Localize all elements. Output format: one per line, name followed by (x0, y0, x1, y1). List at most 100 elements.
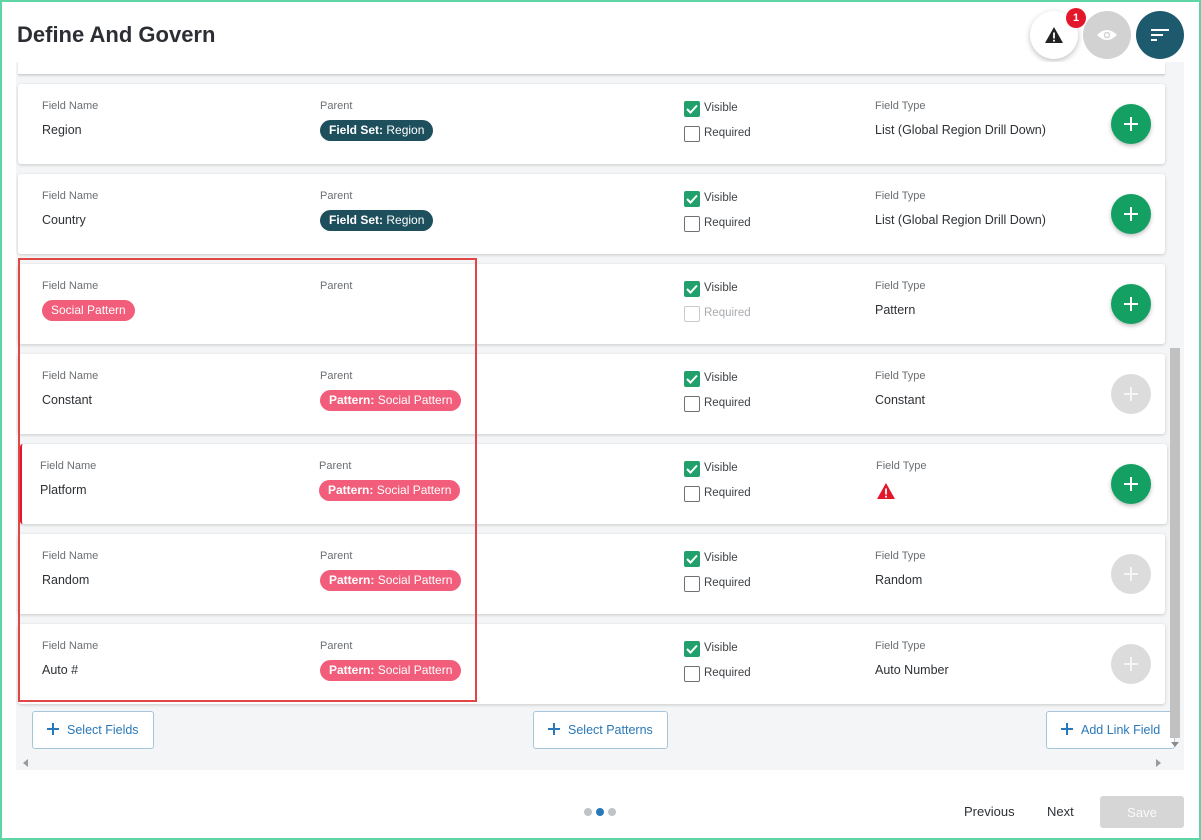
step-dot (608, 808, 616, 816)
field-card: Field Name Region Parent Field Set: Region V… (18, 84, 1165, 164)
visible-checkbox[interactable] (684, 551, 700, 567)
visible-label: Visible (704, 642, 738, 654)
plus-icon (47, 722, 59, 738)
eye-icon (1097, 30, 1117, 40)
step-dot (584, 808, 592, 816)
required-label: Required (704, 217, 751, 229)
field-type-label: Field Type (875, 550, 926, 562)
visible-label: Visible (704, 372, 738, 384)
parent-label: Parent (320, 190, 353, 202)
field-type-label: Field Type (875, 190, 926, 202)
save-button[interactable]: Save (1100, 796, 1184, 828)
warning-icon (1045, 27, 1063, 43)
plus-icon (1124, 117, 1138, 131)
visible-checkbox[interactable] (684, 281, 700, 297)
select-fields-label: Select Fields (67, 723, 139, 737)
scroll-left-arrow-icon[interactable] (22, 759, 28, 767)
field-type-value: List (Global Region Drill Down) (875, 213, 1046, 227)
visible-checkbox[interactable] (684, 371, 700, 387)
parent-chip-prefix: Field Set: (329, 213, 384, 227)
preview-button[interactable] (1083, 11, 1131, 59)
field-type-label: Field Type (875, 280, 926, 292)
step-dot (596, 808, 604, 816)
plus-icon (548, 722, 560, 738)
required-label: Required (704, 577, 751, 589)
required-checkbox[interactable] (684, 486, 700, 502)
previous-button[interactable]: Previous (964, 804, 1015, 819)
plus-icon (1124, 207, 1138, 221)
field-type-label: Field Type (875, 370, 926, 382)
required-checkbox[interactable] (684, 666, 700, 682)
sort-button[interactable] (1136, 11, 1184, 59)
field-type-value: List (Global Region Drill Down) (875, 123, 1046, 137)
add-field-button[interactable] (1111, 194, 1151, 234)
visible-checkbox[interactable] (684, 101, 700, 117)
add-field-button[interactable] (1111, 104, 1151, 144)
add-link-field-button[interactable]: Add Link Field (1046, 711, 1176, 749)
notification-badge: 1 (1066, 8, 1086, 28)
field-name-value: Region (42, 123, 82, 137)
add-link-field-label: Add Link Field (1081, 723, 1161, 737)
visible-checkbox[interactable] (684, 641, 700, 657)
page-title: Define And Govern (17, 22, 216, 47)
field-name-label: Field Name (42, 190, 99, 202)
required-label: Required (704, 127, 751, 139)
required-label: Required (704, 307, 751, 319)
next-button[interactable]: Next (1047, 804, 1074, 819)
add-field-button (1111, 644, 1151, 684)
required-checkbox[interactable] (684, 216, 700, 232)
vertical-scrollbar[interactable] (1168, 62, 1182, 754)
field-type-label: Field Type (875, 640, 926, 652)
visible-checkbox[interactable] (684, 461, 700, 477)
parent-chip-value: Region (386, 123, 425, 137)
add-field-button[interactable] (1111, 464, 1151, 504)
parent-chip: Field Set: Region (320, 120, 434, 141)
visible-label: Visible (704, 282, 738, 294)
field-type-value: Random (875, 573, 923, 587)
required-label: Required (704, 397, 751, 409)
select-patterns-button[interactable]: Select Patterns (533, 711, 668, 749)
parent-label: Parent (320, 100, 353, 112)
field-type-warning-icon (877, 483, 895, 499)
plus-icon (1061, 722, 1073, 738)
vertical-scrollbar-thumb[interactable] (1170, 348, 1180, 738)
field-type-label: Field Type (875, 100, 926, 112)
visible-label: Visible (704, 462, 738, 474)
select-fields-button[interactable]: Select Fields (32, 711, 154, 749)
field-type-label: Field Type (876, 460, 927, 472)
required-checkbox (684, 306, 700, 322)
scroll-right-arrow-icon[interactable] (1156, 759, 1162, 767)
field-name-value: Country (42, 213, 86, 227)
plus-icon (1124, 477, 1138, 491)
required-label: Required (704, 487, 751, 499)
field-type-value: Auto Number (875, 663, 949, 677)
parent-chip-prefix: Field Set: (329, 123, 384, 137)
step-indicator (584, 808, 616, 816)
scroll-down-arrow-icon[interactable] (1171, 742, 1179, 748)
add-field-button (1111, 374, 1151, 414)
add-field-button[interactable] (1111, 284, 1151, 324)
visible-label: Visible (704, 552, 738, 564)
plus-icon (1124, 297, 1138, 311)
required-checkbox[interactable] (684, 126, 700, 142)
field-name-label: Field Name (42, 100, 99, 112)
required-checkbox[interactable] (684, 576, 700, 592)
visible-label: Visible (704, 102, 738, 114)
parent-chip-value: Region (386, 213, 425, 227)
selection-highlight (18, 258, 477, 702)
required-label: Required (704, 667, 751, 679)
plus-icon (1124, 387, 1138, 401)
horizontal-scrollbar[interactable] (16, 756, 1168, 770)
visible-label: Visible (704, 192, 738, 204)
parent-chip: Field Set: Region (320, 210, 434, 231)
plus-icon (1124, 567, 1138, 581)
add-field-button (1111, 554, 1151, 594)
required-checkbox[interactable] (684, 396, 700, 412)
field-type-value: Constant (875, 393, 926, 407)
visible-checkbox[interactable] (684, 191, 700, 207)
field-card: Field Name Country Parent Field Set: Region… (18, 174, 1165, 254)
sort-icon (1151, 29, 1169, 41)
select-patterns-label: Select Patterns (568, 723, 653, 737)
field-type-value: Pattern (875, 303, 916, 317)
field-card-previous (18, 62, 1165, 75)
